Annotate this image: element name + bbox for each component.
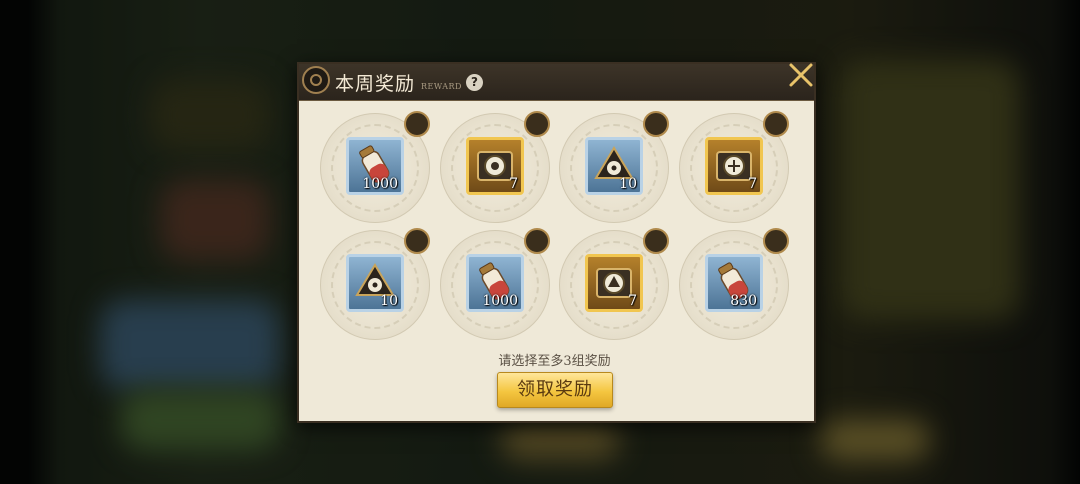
dialog-header: 本周奖励 REWARD ? <box>299 64 814 101</box>
reward-quantity: 7 <box>628 293 637 309</box>
help-button[interactable]: ? <box>466 74 483 91</box>
reward-card: 7 <box>705 137 763 195</box>
reward-slot[interactable]: 10 <box>320 228 430 340</box>
reward-card: 7 <box>466 137 524 195</box>
select-checkbox[interactable] <box>524 228 550 254</box>
select-checkbox[interactable] <box>404 228 430 254</box>
reward-card: 1000 <box>346 137 404 195</box>
reward-card: 10 <box>585 137 643 195</box>
select-checkbox[interactable] <box>643 228 669 254</box>
reward-card: 1000 <box>466 254 524 312</box>
reward-card: 7 <box>585 254 643 312</box>
reward-quantity: 830 <box>730 293 757 309</box>
reward-card: 10 <box>346 254 404 312</box>
select-checkbox[interactable] <box>763 111 789 137</box>
claim-reward-button[interactable]: 领取奖励 <box>497 372 613 408</box>
reward-slot[interactable]: 7 <box>559 228 669 340</box>
select-checkbox[interactable] <box>404 111 430 137</box>
reward-slot[interactable]: 830 <box>679 228 789 340</box>
close-icon[interactable] <box>788 62 814 88</box>
reward-slot[interactable]: 7 <box>679 111 789 223</box>
reward-quantity: 7 <box>509 176 518 192</box>
reward-slot[interactable]: 1000 <box>320 111 430 223</box>
dialog-title: 本周奖励 <box>335 73 416 95</box>
reward-emblem-icon <box>302 66 330 94</box>
reward-card: 830 <box>705 254 763 312</box>
reward-slot[interactable]: 7 <box>440 111 550 223</box>
reward-slot[interactable]: 10 <box>559 111 669 223</box>
dialog-subtitle: REWARD <box>421 82 462 91</box>
reward-quantity: 7 <box>748 176 757 192</box>
select-checkbox[interactable] <box>524 111 550 137</box>
select-checkbox[interactable] <box>763 228 789 254</box>
selection-hint: 请选择至多3组奖励 <box>498 354 611 369</box>
reward-quantity: 1000 <box>362 176 398 192</box>
reward-slot[interactable]: 1000 <box>440 228 550 340</box>
reward-quantity: 10 <box>619 176 637 192</box>
reward-quantity: 1000 <box>482 293 518 309</box>
reward-quantity: 10 <box>380 293 398 309</box>
select-checkbox[interactable] <box>643 111 669 137</box>
